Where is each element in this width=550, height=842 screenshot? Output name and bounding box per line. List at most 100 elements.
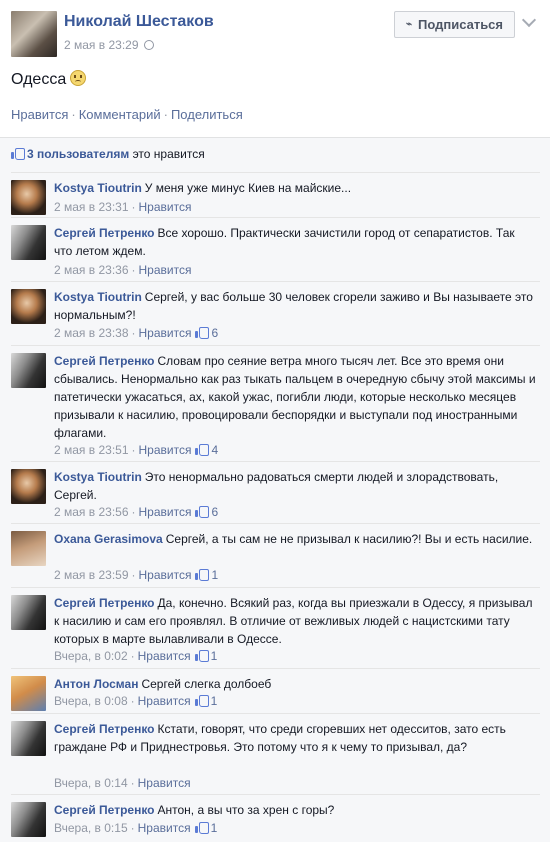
comment-body: Сергей Петренко Все хорошо. Практически з…	[54, 224, 536, 260]
post-timestamp[interactable]: 2 мая в 23:29	[64, 38, 154, 52]
subscribe-label: Подписаться	[418, 17, 504, 32]
comment-likes-count: 6	[211, 326, 219, 340]
comment-meta: 2 мая в 23:31 · Нравится	[54, 200, 191, 214]
chevron-down-icon[interactable]	[521, 12, 537, 28]
comment-author[interactable]: Сергей Петренко	[54, 354, 155, 368]
comment-author[interactable]: Kostya Tioutrin	[54, 290, 142, 304]
comment-likes-count: 4	[211, 443, 219, 457]
comment-time[interactable]: 2 мая в 23:36	[54, 263, 129, 277]
rss-icon: ⌁	[405, 19, 412, 30]
separator: ·	[131, 443, 136, 457]
separator: ·	[131, 326, 136, 340]
comment-time[interactable]: 2 мая в 23:51	[54, 443, 129, 457]
thumbs-up-icon	[194, 821, 209, 834]
comment-likes-count: 6	[211, 505, 219, 519]
comment-body: Kostya Tioutrin Сергей, у вас больше 30 ч…	[54, 288, 536, 324]
comment-time[interactable]: 2 мая в 23:38	[54, 326, 129, 340]
avatar[interactable]	[11, 225, 46, 260]
comment-meta: 2 мая в 23:56 · Нравится 6	[54, 505, 218, 519]
comment-like-link[interactable]: Нравится	[138, 694, 191, 708]
comment-like-link[interactable]: Нравится	[139, 568, 192, 582]
separator: ·	[130, 776, 135, 790]
share-link[interactable]: Поделиться	[171, 107, 243, 122]
post-time-text[interactable]: 2 мая в 23:29	[64, 38, 139, 52]
comment-like-link[interactable]: Нравится	[139, 443, 192, 457]
comment-meta: Вчера, в 0:15 · Нравится 1	[54, 821, 217, 835]
subscribe-button[interactable]: ⌁ Подписаться	[394, 11, 515, 38]
comment-time[interactable]: Вчера, в 0:02	[54, 649, 128, 663]
comment-link[interactable]: Комментарий	[79, 107, 161, 122]
avatar[interactable]	[11, 180, 46, 215]
comment-like-link[interactable]: Нравится	[138, 821, 191, 835]
comment-meta: 2 мая в 23:38 · Нравится 6	[54, 326, 218, 340]
separator: ·	[130, 821, 135, 835]
comment-meta: Вчера, в 0:14 · Нравится	[54, 776, 191, 790]
comment-author[interactable]: Сергей Петренко	[54, 596, 155, 610]
avatar[interactable]	[11, 595, 46, 630]
comment-time[interactable]: 2 мая в 23:31	[54, 200, 129, 214]
comment-likes-count: 1	[210, 694, 218, 708]
comment-author[interactable]: Сергей Петренко	[54, 226, 155, 240]
comment-time[interactable]: Вчера, в 0:15	[54, 821, 128, 835]
comment-like-link[interactable]: Нравится	[139, 326, 192, 340]
divider	[11, 217, 540, 218]
comment-author[interactable]: Kostya Tioutrin	[54, 181, 142, 195]
avatar[interactable]	[11, 353, 46, 388]
thumbs-up-icon	[195, 505, 210, 518]
divider	[11, 713, 540, 714]
comment-likes[interactable]: 1	[194, 821, 217, 835]
comment-likes[interactable]: 6	[195, 505, 218, 519]
thumbs-up-icon	[194, 649, 209, 662]
separator: ·	[131, 200, 136, 214]
globe-icon	[143, 40, 154, 50]
post-actions: Нравится · Комментарий · Поделиться	[11, 107, 243, 122]
author-avatar[interactable]	[11, 11, 57, 57]
separator: ·	[163, 107, 168, 122]
comment-likes[interactable]: 4	[195, 443, 218, 457]
comment-author[interactable]: Антон Лосман	[54, 677, 138, 691]
comment-body: Сергей Петренко Словам про сеяние ветра м…	[54, 352, 536, 442]
comment-time[interactable]: 2 мая в 23:56	[54, 505, 129, 519]
author-name[interactable]: Николай Шестаков	[64, 13, 214, 31]
avatar[interactable]	[11, 469, 46, 504]
comment-likes[interactable]: 1	[194, 649, 217, 663]
comment-author[interactable]: Oxana Gerasimova	[54, 532, 163, 546]
like-link[interactable]: Нравится	[11, 107, 68, 122]
comment-likes[interactable]: 1	[195, 568, 218, 582]
likes-count[interactable]: 3 пользователям	[27, 147, 129, 161]
comment-meta: 2 мая в 23:59 · Нравится 1	[54, 568, 218, 582]
avatar[interactable]	[11, 802, 46, 837]
divider	[11, 587, 540, 588]
comment-body: Kostya Tioutrin У меня уже минус Киев на …	[54, 179, 536, 197]
comment-text: Сергей слегка долбоеб	[141, 677, 272, 691]
feedback-section: 3 пользователям это нравится Kostya Tiou…	[0, 137, 550, 842]
comment-time[interactable]: 2 мая в 23:59	[54, 568, 129, 582]
comment-likes[interactable]: 1	[194, 694, 218, 708]
divider	[11, 794, 540, 795]
comment-text: Сергей, а ты сам не не призывал к насили…	[165, 532, 533, 546]
separator: ·	[131, 263, 136, 277]
comment-like-link[interactable]: Нравится	[139, 200, 192, 214]
comment-time[interactable]: Вчера, в 0:08	[54, 694, 128, 708]
avatar[interactable]	[11, 531, 46, 566]
comment-likes[interactable]: 6	[195, 326, 218, 340]
comment-like-link[interactable]: Нравится	[139, 263, 192, 277]
comment-body: Сергей Петренко Кстати, говорят, что сред…	[54, 720, 536, 756]
avatar[interactable]	[11, 721, 46, 756]
comment-like-link[interactable]: Нравится	[139, 505, 192, 519]
comment-time[interactable]: Вчера, в 0:14	[54, 776, 128, 790]
avatar[interactable]	[11, 289, 46, 324]
comment-like-link[interactable]: Нравится	[138, 776, 191, 790]
comment-meta: 2 мая в 23:51 · Нравится 4	[54, 443, 218, 457]
divider	[11, 345, 540, 346]
divider	[11, 172, 540, 173]
comment-author[interactable]: Сергей Петренко	[54, 803, 155, 817]
comment-like-link[interactable]: Нравится	[138, 649, 191, 663]
likes-summary: 3 пользователям это нравится	[11, 147, 205, 161]
comment-author[interactable]: Kostya Tioutrin	[54, 470, 142, 484]
thumbs-up-icon	[194, 694, 209, 707]
comment-author[interactable]: Сергей Петренко	[54, 722, 155, 736]
comment-body: Антон Лосман Сергей слегка долбоеб	[54, 675, 536, 693]
avatar[interactable]	[11, 676, 46, 711]
comment-text: Антон, а вы что за хрен с горы?	[157, 803, 335, 817]
